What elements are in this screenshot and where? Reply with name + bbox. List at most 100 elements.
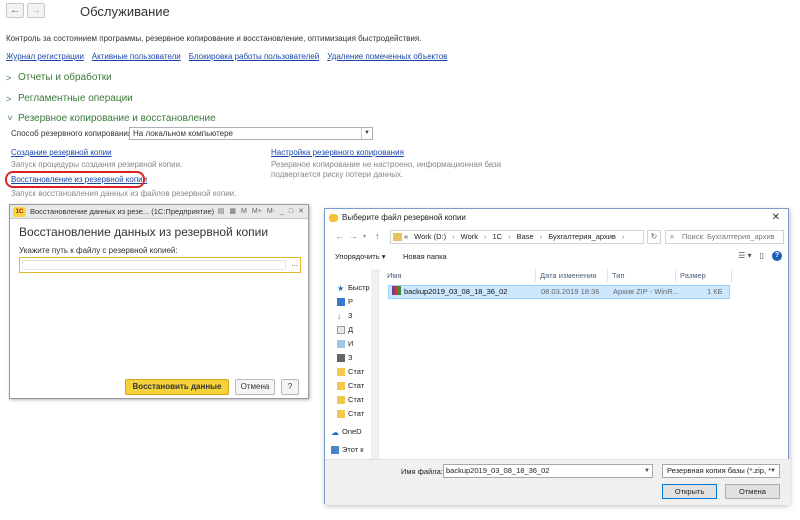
back-arrow-icon[interactable]: ← [335,231,344,241]
restore-dialog: 1С Восстановление данных из резе... (1С:… [9,204,309,399]
nav-item-quick-access[interactable]: ★ Быстр [337,283,370,293]
document-icon[interactable]: ▤ [218,205,225,219]
nav-item-onedrive[interactable]: ☁ OneD [331,427,362,437]
cancel-button[interactable]: Отмена [725,484,780,499]
cancel-button[interactable]: Отмена [235,379,275,395]
nav-scrollbar[interactable] [371,269,378,459]
filter-value: Резервная копия базы (*.zip, * [667,466,772,475]
nav-item[interactable]: Стат [337,381,364,390]
file-row[interactable]: backup2019_03_08_18_36_02 08.03.2019 18:… [388,285,730,299]
breadcrumb-item[interactable]: Base [517,231,534,243]
file-date: 08.03.2019 18:36 [541,287,600,296]
help-button[interactable]: ? [281,379,299,395]
search-input[interactable]: ⌕ Поиск: Бухгалтерия_архив [665,230,784,244]
zip-archive-icon [392,286,401,295]
forward-button[interactable]: → [27,3,45,18]
folder-icon [337,409,345,418]
link-lock-users[interactable]: Блокировка работы пользователей [189,52,319,61]
recent-dropdown-icon[interactable]: ▾ [363,233,366,240]
address-bar: ← → ▾ ↑ « Work (D:) › Work › 1C › Base › Бух… [329,229,786,245]
backup-method-value: На локальном компьютере [133,129,233,138]
column-header-name[interactable]: Имя [383,269,536,282]
calculator-icon[interactable]: ▦ [229,205,236,219]
path-input-field[interactable] [22,260,286,270]
restore-dialog-title: Восстановление данных из резе... (1С:Пре… [30,207,215,216]
refresh-button[interactable]: ↻ [647,230,661,244]
file-name: backup2019_03_08_18_36_02 [404,287,508,296]
minimize-icon[interactable]: _ [280,205,284,219]
nav-label: OneD [342,427,362,436]
backup-method-select[interactable]: На локальном компьютере ▼ [129,127,373,140]
nav-label: Д [348,325,354,334]
memory-icon[interactable]: M [241,205,247,219]
create-backup-link[interactable]: Создание резервной копии [11,148,112,157]
breadcrumb-item[interactable]: Work [461,231,478,243]
maximize-icon[interactable]: □ [289,205,293,219]
chevron-right-icon: > [6,72,12,83]
breadcrumb-item[interactable]: 1C [493,231,503,243]
backup-settings-link[interactable]: Настройка резервного копирования [271,148,404,157]
group-backup[interactable]: > Резервное копирование и восстановление [5,113,216,124]
link-active-users[interactable]: Активные пользователи [92,52,181,61]
memory-minus-icon[interactable]: M- [267,205,275,219]
nav-label: Быстр [348,283,370,292]
folder-icon [393,233,402,241]
view-options-icon[interactable]: ☰ ▾ [738,251,751,261]
chevron-down-icon[interactable]: ▼ [644,465,650,477]
download-icon: ↓ [337,311,341,321]
preview-pane-icon[interactable]: ▯ [760,251,764,261]
restore-backup-hint: Запуск восстановления данных из файлов р… [11,189,237,198]
group-reports[interactable]: > Отчеты и обработки [6,72,112,83]
breadcrumb-item[interactable]: Work (D:) [414,231,446,243]
file-dialog-titlebar[interactable]: Выберите файл резервной копии ✕ [325,209,788,227]
file-type-filter[interactable]: Резервная копия базы (*.zip, * ▼ [662,464,780,478]
file-dialog: Выберите файл резервной копии ✕ ← → ▾ ↑ … [324,208,790,505]
nav-item[interactable]: ↓ З [337,311,353,321]
nav-item[interactable]: Д [337,325,353,334]
up-arrow-icon[interactable]: ↑ [375,231,380,241]
folder-icon [337,395,345,404]
link-delete-marked[interactable]: Удаление помеченных объектов [327,52,447,61]
column-header-size[interactable]: Размер [676,269,732,282]
restore-data-button[interactable]: Восстановить данные [125,379,229,395]
pictures-icon [337,339,345,348]
breadcrumb-item[interactable]: Бухгалтерия_архив [548,231,616,243]
breadcrumb-prefix: « [404,232,409,241]
back-button[interactable]: ← [6,3,24,18]
nav-item[interactable]: З [337,353,353,362]
breadcrumb[interactable]: « Work (D:) › Work › 1C › Base › Бухгалтерия… [390,230,644,244]
group-scheduled[interactable]: > Регламентные операции [6,93,133,104]
chevron-down-icon[interactable]: ▼ [770,465,776,477]
chevron-down-icon: > [5,114,15,120]
column-header-date[interactable]: Дата изменения [536,269,608,282]
create-backup-hint: Запуск процедуры создания резервной копи… [11,160,183,169]
backup-settings-hint-2: подвергается риску потери данных. [271,170,404,179]
filename-input[interactable]: backup2019_03_08_18_36_02 ▼ [443,464,653,478]
browse-button[interactable]: ... [291,259,298,268]
path-input[interactable]: ... [19,257,301,273]
nav-item[interactable]: Стат [337,409,364,418]
nav-item[interactable]: Стат [337,395,364,404]
file-type: Архив ZIP - WinR... [613,287,679,296]
restore-dialog-titlebar[interactable]: 1С Восстановление данных из резе... (1С:… [10,205,308,219]
nav-item-this-pc[interactable]: Этот к [331,445,364,454]
group-label: Регламентные операции [18,93,133,104]
close-icon[interactable]: ✕ [772,209,780,227]
forward-arrow-icon[interactable]: → [349,231,358,241]
search-placeholder: Поиск: Бухгалтерия_архив [682,232,775,241]
nav-item[interactable]: И [337,339,353,348]
dropdown-arrow-icon[interactable]: ▼ [361,128,372,139]
help-icon[interactable]: ? [772,251,782,261]
open-button[interactable]: Открыть [662,484,717,499]
organize-button[interactable]: Упорядочить ▾ [335,252,385,261]
memory-plus-icon[interactable]: M+ [252,205,262,219]
link-event-log[interactable]: Журнал регистрации [6,52,84,61]
file-dialog-footer: Имя файла: backup2019_03_08_18_36_02 ▼ Р… [325,459,790,505]
column-header-type[interactable]: Тип [608,269,676,282]
nav-item[interactable]: Стат [337,367,364,376]
new-folder-button[interactable]: Новая папка [403,252,447,261]
computer-icon [337,353,345,362]
nav-label: Стат [348,395,365,404]
nav-item[interactable]: Р [337,297,353,306]
close-icon[interactable]: ✕ [298,205,304,219]
